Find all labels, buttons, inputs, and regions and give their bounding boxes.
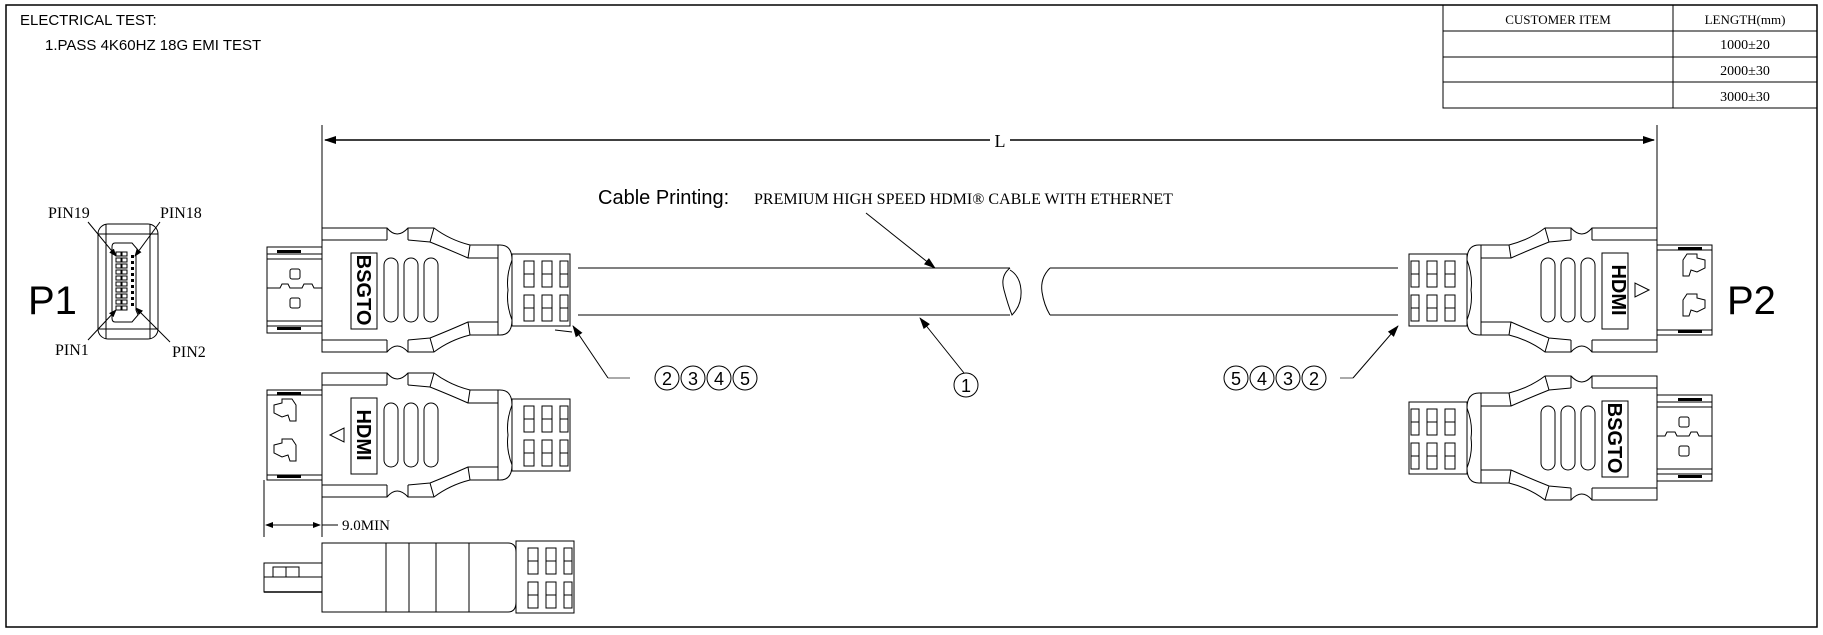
hdmi-logo: HDMI	[352, 409, 374, 460]
balloon-number: 5	[740, 369, 750, 389]
pin-contact	[115, 269, 122, 275]
balloon-leader	[1352, 325, 1399, 379]
pin-contact	[115, 299, 122, 305]
table-header-length: LENGTH(mm)	[1705, 12, 1786, 27]
length-label: L	[995, 131, 1006, 151]
pin-contact	[131, 279, 134, 282]
pin-contact	[131, 267, 134, 270]
pin-label: PIN19	[48, 205, 90, 222]
pin-contact	[121, 269, 128, 275]
pin-label: PIN18	[160, 205, 202, 222]
balloon-cable: 1	[919, 317, 979, 398]
table-header-customer-item: CUSTOMER ITEM	[1505, 12, 1611, 27]
pin-contact	[121, 251, 128, 257]
connector-p2-side-view	[1408, 375, 1713, 501]
connector-p1-profile-view	[263, 540, 575, 614]
pin-contact	[115, 263, 122, 269]
cable-printing-label: Cable Printing:	[598, 187, 729, 209]
cable-assembly-drawing: CUSTOMER ITEM LENGTH(mm) 1000±20 2000±30…	[5, 4, 1818, 628]
pin-contact	[121, 257, 128, 263]
balloon-number: 3	[1283, 369, 1293, 389]
pin-contact	[121, 299, 128, 305]
balloon-number: 4	[714, 369, 724, 389]
pin-contact	[121, 263, 128, 269]
table-cell-length: 1000±20	[1720, 38, 1770, 53]
pin-contact	[121, 305, 128, 311]
p1-label: P1	[28, 279, 77, 323]
cable-printing-text: PREMIUM HIGH SPEED HDMI® CABLE WITH ETHE…	[754, 191, 1173, 208]
p1-face-view: P1 PIN19 PIN18 PIN1 PIN2	[28, 205, 206, 361]
length-table: CUSTOMER ITEM LENGTH(mm) 1000±20 2000±30…	[1442, 4, 1818, 109]
pin-label: PIN2	[172, 344, 206, 361]
balloon-number: 3	[688, 369, 698, 389]
pin-contact	[115, 281, 122, 287]
balloon-leader	[572, 325, 609, 379]
pin-contact	[131, 291, 134, 294]
plug-min-label: 9.0MIN	[342, 518, 390, 534]
pin-contact	[115, 275, 122, 281]
pin-contact	[121, 293, 128, 299]
balloon-number: 2	[662, 369, 672, 389]
pin-contact	[131, 297, 134, 300]
cable	[578, 267, 1398, 316]
pin-contact	[131, 285, 134, 288]
balloon-group-left: 2345	[654, 365, 758, 391]
pin-contact	[115, 287, 122, 293]
balloon-number: 5	[1231, 369, 1241, 389]
pin-contact	[121, 281, 128, 287]
connector-p1-top-view: BSGTO	[266, 227, 571, 353]
brand-logo: BSGTO	[352, 255, 374, 326]
notes-item: 1.PASS 4K60HZ 18G EMI TEST	[45, 37, 261, 54]
pin-contact	[115, 251, 122, 257]
pin-label: PIN1	[55, 342, 89, 359]
pin-contact	[121, 287, 128, 293]
pin-contact	[115, 257, 122, 263]
hdmi-logo: HDMI	[1607, 264, 1629, 315]
pin-contact	[115, 305, 122, 311]
table-cell-length: 3000±30	[1720, 90, 1770, 105]
pin-contact	[121, 275, 128, 281]
pin-contact	[115, 293, 122, 299]
connector-p2-top-view	[1408, 227, 1713, 353]
p2-label: P2	[1727, 279, 1776, 323]
notes-title: ELECTRICAL TEST:	[20, 12, 157, 29]
pin-contact	[131, 273, 134, 276]
pin-contact	[131, 303, 134, 306]
pin-contact	[131, 255, 134, 258]
balloon-number: 2	[1309, 369, 1319, 389]
balloon-number: 4	[1257, 369, 1267, 389]
connector-p1-side-view: HDMI	[266, 372, 571, 498]
table-cell-length: 2000±30	[1720, 64, 1770, 79]
brand-logo: BSGTO	[1603, 403, 1625, 474]
balloon-group-right: 5432	[1223, 365, 1327, 391]
cable-printing-leader	[865, 212, 936, 269]
overall-length-dimension: L	[321, 125, 1658, 235]
balloon-number: 1	[961, 376, 971, 396]
pin-contact	[131, 261, 134, 264]
